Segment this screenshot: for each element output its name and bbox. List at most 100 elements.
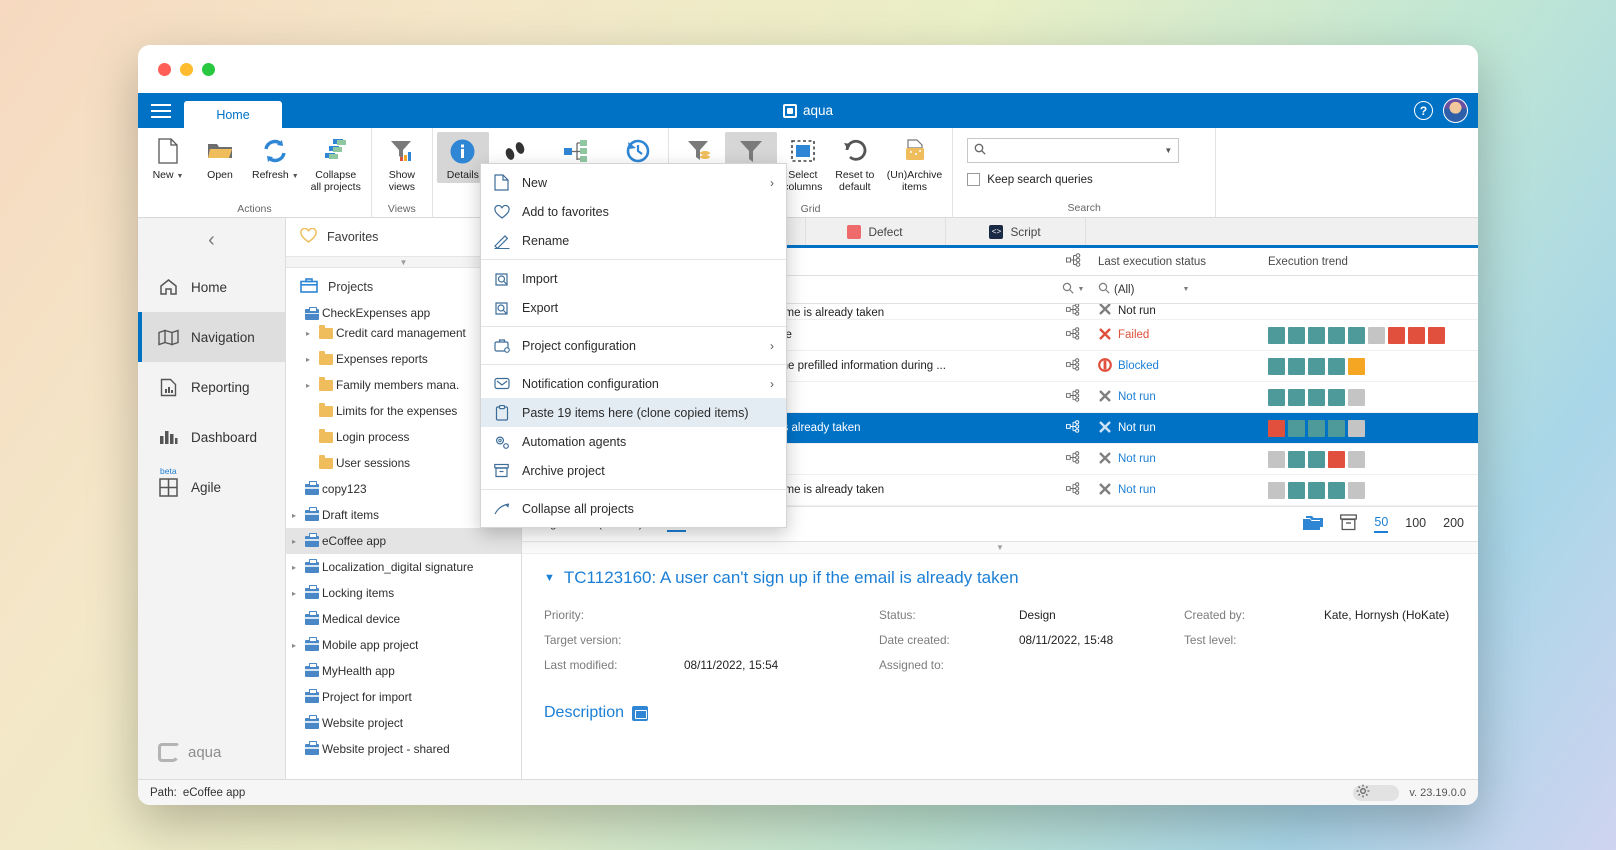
search-box[interactable]: ▼ — [967, 138, 1180, 163]
keep-search-queries-checkbox[interactable] — [967, 173, 981, 186]
page-size-100[interactable]: 100 — [1405, 516, 1426, 532]
settings-toggle[interactable] — [1353, 784, 1400, 801]
search-input[interactable] — [992, 144, 1159, 157]
tree-expander-icon[interactable]: ▸ — [286, 641, 302, 650]
menu-item-add-to-favorites[interactable]: Add to favorites — [481, 197, 786, 226]
menu-item-automation-agents[interactable]: Automation agents — [481, 427, 786, 456]
chevron-down-icon[interactable]: ▼ — [1078, 286, 1085, 293]
trend-cell — [1328, 419, 1345, 437]
avatar[interactable] — [1443, 98, 1468, 123]
archive-icon[interactable] — [1340, 514, 1358, 534]
tree-node[interactable]: Website project - shared — [286, 736, 521, 762]
ribbon-refresh-button[interactable]: Refresh ▼ — [246, 132, 305, 185]
hamburger-menu-icon[interactable] — [138, 93, 184, 128]
row-dependency-cell[interactable] — [1048, 327, 1098, 343]
project-case-icon — [302, 507, 322, 521]
ribbon-reset-to-default-button[interactable]: Reset to default — [829, 132, 881, 195]
page-size-50[interactable]: 50 — [1374, 515, 1389, 533]
menu-item-paste-19-items-here-clone-copied-items[interactable]: Paste 19 items here (clone copied items) — [481, 398, 786, 427]
pagination-right-controls: 50 100 200 — [1303, 514, 1464, 535]
tree-node[interactable]: Project for import — [286, 684, 521, 710]
description-section-header[interactable]: Description — [544, 704, 1456, 722]
tab-script[interactable]: <> Script — [946, 218, 1086, 245]
menu-item-export[interactable]: Export — [481, 293, 786, 322]
row-dependency-cell[interactable] — [1048, 420, 1098, 436]
row-dependency-cell[interactable] — [1048, 482, 1098, 498]
row-execution-trend — [1268, 450, 1478, 468]
dependency-icon — [1066, 482, 1080, 498]
ribbon-collapse-all-projects-button[interactable]: Collapse all projects — [305, 132, 367, 195]
grid-header-status[interactable]: Last execution status — [1098, 256, 1268, 268]
menu-item-rename[interactable]: Rename — [481, 226, 786, 255]
menu-item-notification-configuration[interactable]: Notification configuration › — [481, 369, 786, 398]
row-dependency-cell[interactable] — [1048, 358, 1098, 374]
app-title-label: aqua — [802, 103, 834, 118]
menu-item-project-configuration[interactable]: Project configuration › — [481, 331, 786, 360]
help-icon[interactable]: ? — [1414, 101, 1433, 120]
tree-node[interactable]: MyHealth app — [286, 658, 521, 684]
sidebar-item-dashboard[interactable]: Dashboard — [138, 412, 285, 462]
menu-item-import[interactable]: Import — [481, 264, 786, 293]
tree-expander-icon[interactable]: ▸ — [300, 355, 316, 364]
menu-item-collapse-all-projects[interactable]: Collapse all projects — [481, 494, 786, 523]
tree-expander-icon[interactable]: ▸ — [300, 381, 316, 390]
chevron-down-icon[interactable]: ▼ — [1164, 146, 1172, 155]
tree-node-label: Locking items — [322, 586, 395, 600]
tree-node[interactable]: ▸ Mobile app project — [286, 632, 521, 658]
ribbon-show-views-button[interactable]: Show views — [376, 132, 428, 195]
project-case-icon — [302, 306, 322, 320]
detail-splitter[interactable]: ▼ — [522, 542, 1478, 554]
hierarchy-icon — [321, 136, 351, 166]
tree-expander-icon[interactable]: ▸ — [300, 329, 316, 338]
ribbon-group-actions-label: Actions — [237, 203, 272, 215]
tree-expander-icon[interactable]: ▸ — [286, 511, 302, 520]
ribbon-unarchive-items-button[interactable]: (Un)Archive items — [881, 132, 948, 195]
sidebar-item-reporting[interactable]: Reporting — [138, 362, 285, 412]
page-size-200[interactable]: 200 — [1443, 516, 1464, 532]
map-icon — [157, 329, 179, 346]
tree-node[interactable]: ▸ eCoffee app — [286, 528, 521, 554]
chevron-down-icon[interactable]: ▼ — [1182, 286, 1189, 293]
project-case-icon — [302, 559, 322, 573]
filter-status-cell[interactable]: (All) ▼ — [1098, 282, 1268, 297]
dependency-icon — [1066, 358, 1080, 374]
sidebar-item-navigation[interactable]: Navigation — [138, 312, 285, 362]
tree-node[interactable]: ▸ Localization_digital signature — [286, 554, 521, 580]
detail-title[interactable]: ▼ TC1123160: A user can't sign up if the… — [544, 568, 1456, 588]
tree-node[interactable]: Medical device — [286, 606, 521, 632]
maximize-window-button[interactable] — [202, 62, 215, 76]
copy-icon[interactable] — [1303, 514, 1324, 535]
row-dependency-cell[interactable] — [1048, 451, 1098, 467]
ribbon-group-search: ▼ Keep search queries Search — [953, 128, 1217, 217]
tab-home[interactable]: Home — [184, 101, 282, 128]
sidebar-item-agile[interactable]: beta Agile — [138, 462, 285, 512]
keep-search-queries-row[interactable]: Keep search queries — [967, 173, 1201, 186]
row-dependency-cell[interactable] — [1048, 389, 1098, 405]
filter-dependency-cell[interactable]: ▼ — [1048, 282, 1098, 297]
header-actions: ? — [1414, 93, 1468, 128]
tab-defect[interactable]: Defect — [806, 218, 946, 245]
grid-header-trend[interactable]: Execution trend — [1268, 256, 1478, 268]
close-window-button[interactable] — [158, 62, 171, 76]
tree-expander-icon[interactable]: ▸ — [286, 537, 302, 546]
ribbon-group-views-label: Views — [387, 203, 416, 215]
detail-field-last-modified-label: Last modified: — [544, 658, 618, 672]
menu-item-label: Archive project — [522, 463, 605, 478]
tree-expander-icon[interactable]: ▸ — [286, 563, 302, 572]
minimize-window-button[interactable] — [180, 62, 193, 76]
rail-collapse-button[interactable]: ‹ — [138, 218, 285, 262]
ribbon-group-actions: New ▼ Open Refresh ▼ Collapse all projec… — [138, 128, 372, 218]
ribbon-open-button[interactable]: Open — [194, 132, 246, 183]
script-icon: <> — [989, 224, 1004, 239]
ribbon-new-button[interactable]: New ▼ — [142, 132, 194, 185]
detail-meta-col-1: Priority: Target version: Last modified:… — [544, 608, 879, 672]
ribbon-refresh-label: Refresh — [252, 169, 289, 181]
menu-item-archive-project[interactable]: Archive project — [481, 456, 786, 485]
row-dependency-cell[interactable] — [1048, 304, 1098, 319]
tree-node[interactable]: Website project — [286, 710, 521, 736]
tree-node[interactable]: ▸ Locking items — [286, 580, 521, 606]
menu-item-new[interactable]: New › — [481, 168, 786, 197]
app-window: Home aqua ? New ▼ Open Refresh ▼ Collaps… — [138, 45, 1478, 805]
tree-expander-icon[interactable]: ▸ — [286, 589, 302, 598]
sidebar-item-home[interactable]: Home — [138, 262, 285, 312]
